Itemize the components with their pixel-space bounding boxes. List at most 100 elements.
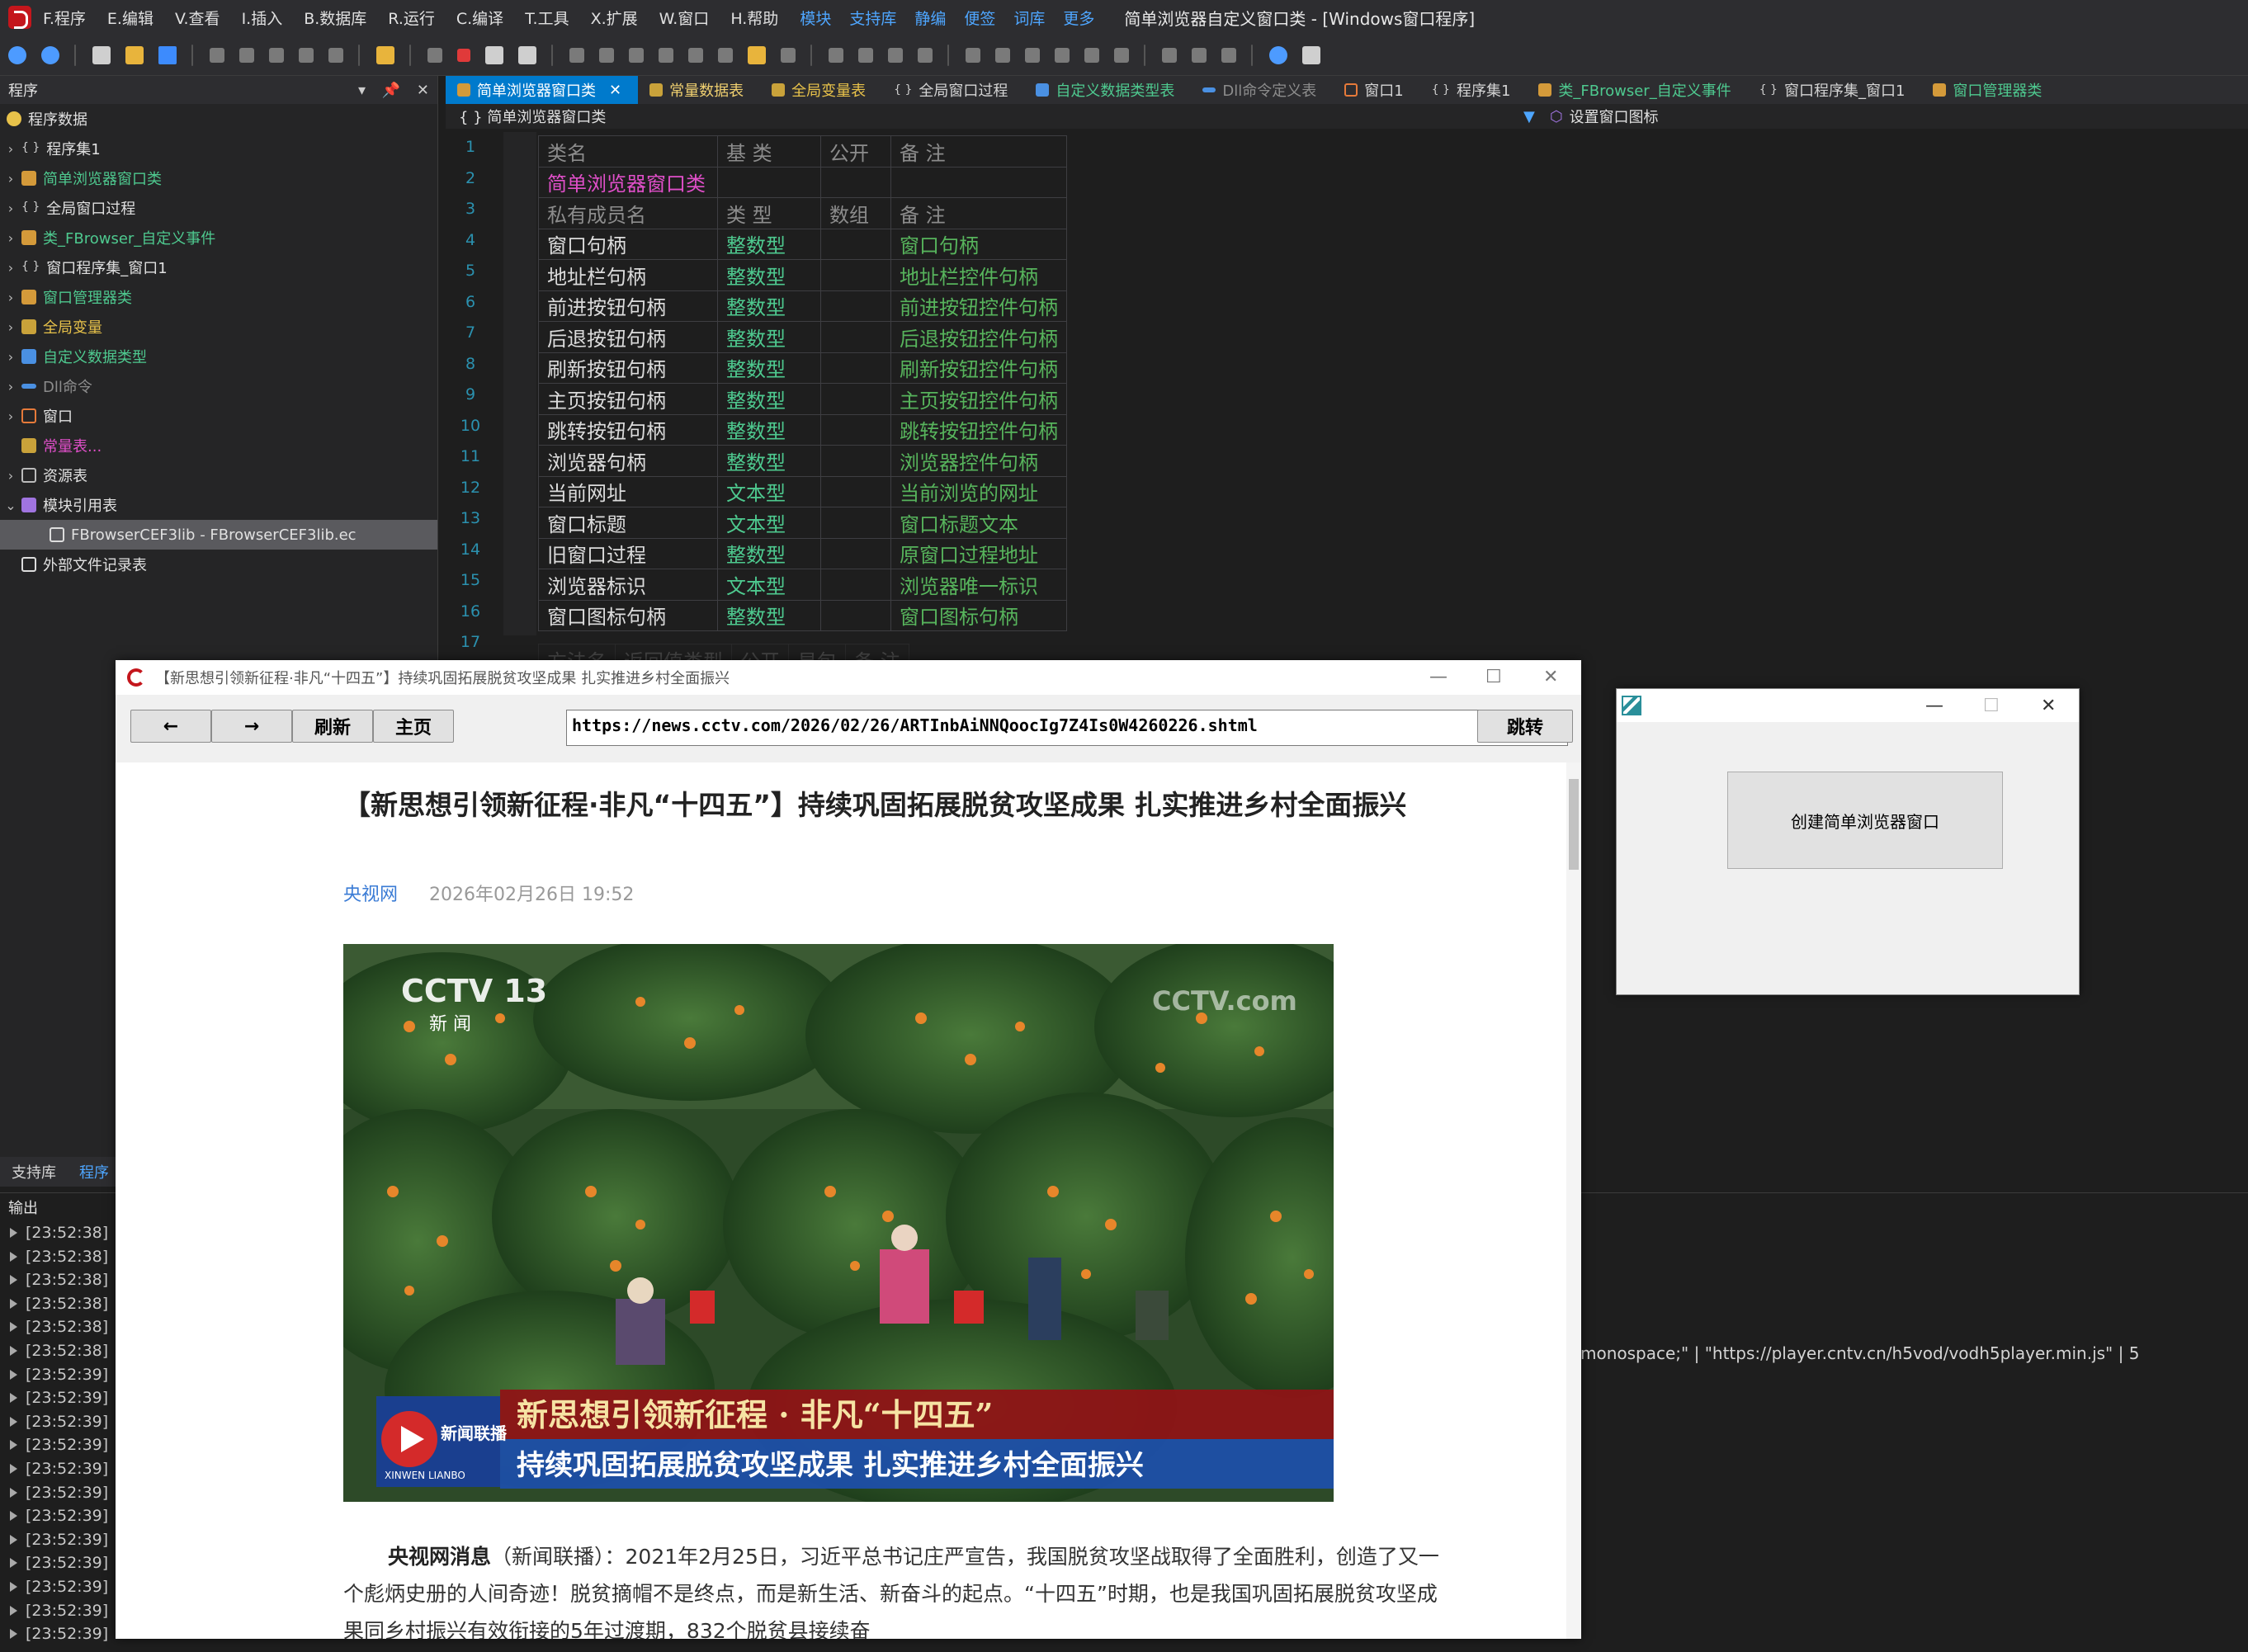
member-name-cell[interactable]: 旧窗口过程	[538, 537, 718, 569]
class-name-row[interactable]: 简单浏览器窗口类	[538, 166, 1067, 198]
tree-item-constants[interactable]: 常量表...	[0, 431, 437, 460]
expand-arrow-icon[interactable]	[10, 1393, 17, 1404]
member-remark-cell[interactable]: 浏览器唯一标识	[890, 569, 1067, 601]
link-dictionary[interactable]: 词库	[1013, 7, 1045, 29]
chevron-right-icon[interactable]: ›	[0, 290, 21, 305]
chevron-right-icon[interactable]: ›	[0, 319, 21, 335]
member-array-cell[interactable]	[820, 537, 891, 569]
step-out-icon[interactable]	[629, 47, 644, 63]
tree-item-resources[interactable]: › 资源表	[0, 460, 437, 490]
back-icon[interactable]	[8, 45, 26, 64]
menu-extensions[interactable]: X.扩展	[591, 7, 638, 29]
base-class-cell[interactable]	[717, 166, 821, 198]
tree-item-fbrowser-event[interactable]: › 类_FBrowser_自定义事件	[0, 223, 437, 253]
magic-wand-icon[interactable]	[1269, 45, 1287, 64]
chevron-right-icon[interactable]: ›	[0, 141, 21, 157]
cut-icon[interactable]	[210, 47, 224, 63]
redo-icon[interactable]	[299, 47, 314, 63]
member-row[interactable]: 浏览器句柄 整数型 浏览器控件句柄	[538, 445, 1067, 477]
member-name-cell[interactable]: 浏览器句柄	[538, 445, 718, 477]
menu-insert[interactable]: I.插入	[242, 7, 283, 29]
stop-icon[interactable]	[457, 48, 470, 62]
web-content[interactable]: 【新思想引领新征程·非凡“十四五”】持续巩固拓展脱贫攻坚成果 扎实推进乡村全面振…	[116, 762, 1566, 1639]
expand-arrow-icon[interactable]	[10, 1463, 17, 1474]
member-name-cell[interactable]: 刷新按钮句柄	[538, 352, 718, 384]
member-row[interactable]: 后退按钮句柄 整数型 后退按钮控件句柄	[538, 321, 1067, 353]
member-type-cell[interactable]: 文本型	[717, 569, 821, 601]
member-array-cell[interactable]	[820, 290, 891, 322]
class-name-cell[interactable]: 简单浏览器窗口类	[538, 166, 718, 198]
member-array-cell[interactable]	[820, 599, 891, 631]
chevron-right-icon[interactable]: ›	[0, 230, 21, 246]
tab-fbrowser-event[interactable]: 类_FBrowser_自定义事件	[1527, 76, 1747, 104]
link-notes[interactable]: 便签	[964, 7, 995, 29]
panel-close-icon[interactable]: ✕	[417, 82, 429, 99]
tree-item-global-proc[interactable]: › { } 全局窗口过程	[0, 193, 437, 223]
member-remark-cell[interactable]: 跳转按钮控件句柄	[890, 413, 1067, 446]
member-array-cell[interactable]	[820, 383, 891, 415]
member-array-cell[interactable]	[820, 228, 891, 260]
link-support-libs[interactable]: 支持库	[849, 7, 896, 29]
go-button[interactable]: 跳转	[1477, 710, 1573, 743]
expand-arrow-icon[interactable]	[10, 1322, 17, 1333]
expand-arrow-icon[interactable]	[10, 1605, 17, 1616]
close-icon[interactable]: ✕	[609, 82, 621, 99]
back-button[interactable]: ←	[130, 710, 211, 743]
expand-arrow-icon[interactable]	[10, 1369, 17, 1380]
fit-icon[interactable]	[1221, 47, 1236, 63]
member-row[interactable]: 浏览器标识 文本型 浏览器唯一标识	[538, 569, 1067, 601]
expand-arrow-icon[interactable]	[10, 1511, 17, 1522]
member-type-cell[interactable]: 整数型	[717, 321, 821, 353]
lightbulb-icon[interactable]	[748, 45, 766, 64]
member-row[interactable]: 窗口句柄 整数型 窗口句柄	[538, 228, 1067, 260]
expand-arrow-icon[interactable]	[10, 1487, 17, 1498]
compile-icon[interactable]	[518, 45, 536, 64]
maximize-icon[interactable]: ☐	[1983, 696, 2000, 716]
member-array-cell[interactable]	[820, 569, 891, 601]
menu-run[interactable]: R.运行	[388, 7, 435, 29]
align-bottom-icon[interactable]	[918, 47, 933, 63]
chevron-right-icon[interactable]: ›	[0, 171, 21, 186]
close-icon[interactable]: ✕	[2041, 696, 2056, 716]
member-array-cell[interactable]	[820, 352, 891, 384]
tree-item-program-data[interactable]: 程序数据	[0, 104, 437, 134]
member-type-cell[interactable]: 文本型	[717, 507, 821, 539]
tab-program-set-1[interactable]: { } 程序集1	[1420, 76, 1528, 104]
public-cell[interactable]	[820, 166, 891, 198]
tree-item-window-manager[interactable]: › 窗口管理器类	[0, 282, 437, 312]
tab-window-manager[interactable]: 窗口管理器类	[1921, 76, 2058, 104]
remark-cell[interactable]	[890, 166, 1067, 198]
chevron-right-icon[interactable]: ›	[0, 379, 21, 394]
menu-program[interactable]: F.程序	[43, 7, 86, 29]
chevron-down-icon[interactable]: ▼	[1523, 108, 1535, 125]
member-remark-cell[interactable]: 前进按钮控件句柄	[890, 290, 1067, 322]
panel-pin-icon[interactable]: 📌	[382, 82, 400, 99]
member-remark-cell[interactable]: 窗口句柄	[890, 228, 1067, 260]
tab-support-libs[interactable]: 支持库	[12, 1161, 56, 1182]
expand-arrow-icon[interactable]	[10, 1534, 17, 1545]
save-icon[interactable]	[158, 45, 177, 64]
tree-item-external-files[interactable]: 外部文件记录表	[0, 550, 437, 579]
new-file-icon[interactable]	[92, 45, 111, 64]
tab-custom-types[interactable]: 自定义数据类型表	[1024, 76, 1191, 104]
member-name-cell[interactable]: 当前网址	[538, 475, 718, 507]
run-icon[interactable]	[427, 47, 442, 63]
comment-icon[interactable]	[781, 47, 796, 63]
paste-icon[interactable]	[269, 47, 284, 63]
breadcrumb-scope[interactable]: { } 简单浏览器窗口类	[459, 106, 1523, 127]
size-icon[interactable]	[1162, 47, 1177, 63]
home-button[interactable]: 主页	[373, 710, 454, 743]
minimize-icon[interactable]: —	[1429, 667, 1448, 687]
expand-arrow-icon[interactable]	[10, 1581, 17, 1592]
tree-item-global-vars[interactable]: › 全局变量	[0, 312, 437, 342]
chevron-right-icon[interactable]: ›	[0, 201, 21, 216]
member-row[interactable]: 主页按钮句柄 整数型 主页按钮控件句柄	[538, 383, 1067, 415]
maximize-icon[interactable]: ☐	[1485, 667, 1502, 687]
same-height-icon[interactable]	[1114, 47, 1129, 63]
tab-dll-commands[interactable]: Dll命令定义表	[1191, 76, 1333, 104]
tab-window1[interactable]: 窗口1	[1333, 76, 1419, 104]
menu-window[interactable]: W.窗口	[659, 7, 710, 29]
member-row[interactable]: 窗口标题 文本型 窗口标题文本	[538, 507, 1067, 539]
member-type-cell[interactable]: 整数型	[717, 445, 821, 477]
member-type-cell[interactable]: 整数型	[717, 259, 821, 291]
